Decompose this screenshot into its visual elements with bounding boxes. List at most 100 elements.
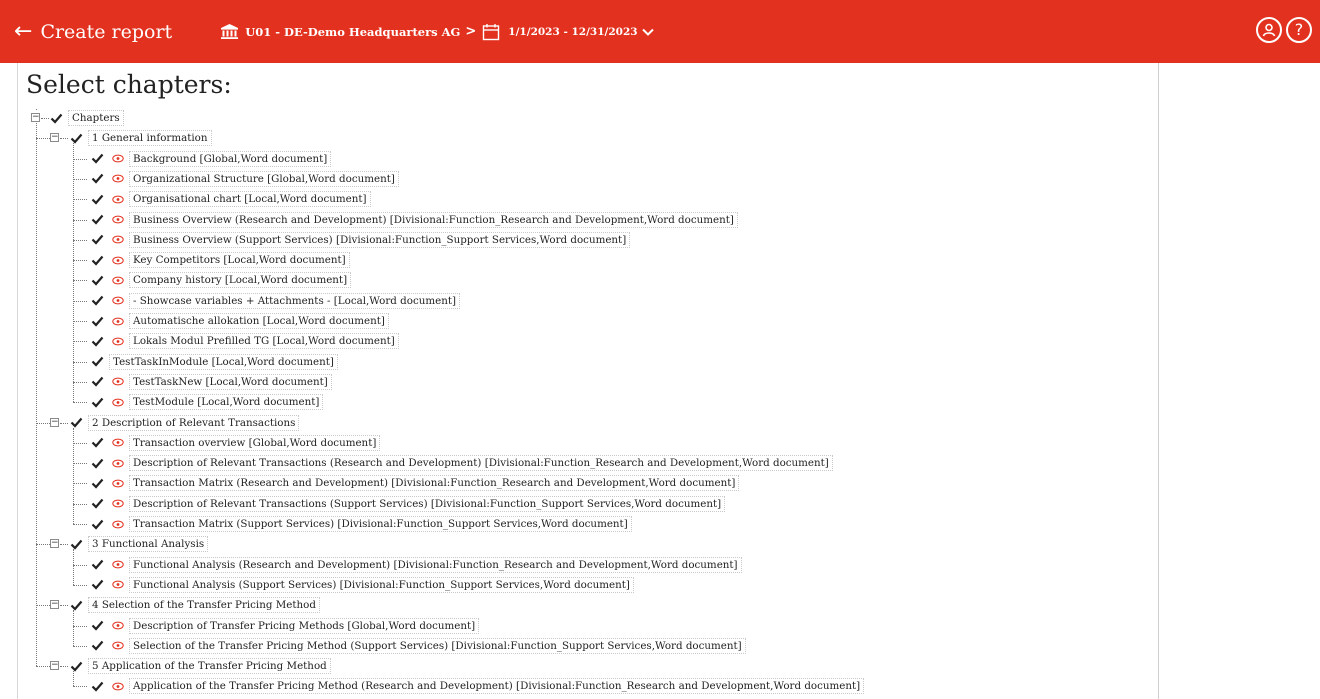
chapter-row: 1 General information (69, 128, 212, 148)
tree-item-label[interactable]: Description of Transfer Pricing Methods … (129, 617, 480, 634)
checkbox[interactable] (69, 659, 83, 673)
checkbox[interactable] (49, 111, 63, 125)
preview-eye-icon[interactable] (111, 294, 124, 307)
collapse-toggle[interactable]: − (50, 661, 59, 671)
preview-eye-icon[interactable] (111, 497, 124, 510)
checkbox[interactable] (90, 497, 104, 511)
tree-item-label[interactable]: Functional Analysis (Research and Develo… (129, 556, 742, 573)
checkbox[interactable] (90, 152, 104, 166)
tree-item-label[interactable]: Transaction overview [Global,Word docume… (129, 434, 381, 451)
tree-item-label[interactable]: Chapters (68, 110, 124, 126)
checkbox[interactable] (90, 294, 104, 308)
tree-item-label[interactable]: Transaction Matrix (Support Services) [D… (129, 516, 632, 532)
checkbox[interactable] (90, 334, 104, 348)
tree-item-label[interactable]: Transaction Matrix (Research and Develop… (129, 475, 740, 492)
preview-eye-icon[interactable] (111, 396, 124, 409)
checkbox[interactable] (90, 213, 104, 227)
checkbox[interactable] (90, 619, 104, 633)
checkbox[interactable] (90, 517, 104, 531)
checkbox[interactable] (90, 375, 104, 389)
help-button[interactable]: ? (1286, 17, 1312, 43)
tree-item-label[interactable]: - Showcase variables + Attachments - [Lo… (129, 292, 460, 309)
tree-item-label[interactable]: Description of Relevant Transactions (Su… (129, 495, 726, 512)
preview-eye-icon[interactable] (111, 315, 124, 328)
list-item: Key Competitors [Local,Word document] (90, 250, 350, 270)
tree-item-label[interactable]: Description of Relevant Transactions (Re… (129, 455, 833, 472)
tree-connector (73, 442, 87, 444)
tree-item-label[interactable]: 2 Description of Relevant Transactions (88, 414, 300, 431)
user-profile-button[interactable] (1256, 17, 1282, 43)
checkmark-icon (91, 519, 103, 530)
checkbox[interactable] (90, 456, 104, 470)
list-item: Description of Transfer Pricing Methods … (90, 616, 480, 636)
tree-item-label[interactable]: Organisational chart [Local,Word documen… (129, 191, 371, 208)
preview-eye-icon[interactable] (111, 335, 124, 348)
preview-eye-icon[interactable] (111, 152, 124, 165)
collapse-toggle[interactable]: − (50, 133, 59, 143)
collapse-toggle[interactable]: − (31, 113, 40, 122)
preview-eye-icon[interactable] (111, 619, 124, 632)
checkbox[interactable] (90, 558, 104, 572)
collapse-toggle[interactable]: − (50, 600, 59, 610)
checkbox[interactable] (90, 273, 104, 287)
preview-eye-icon[interactable] (111, 436, 124, 449)
preview-eye-icon[interactable] (111, 578, 124, 591)
tree-item-label[interactable]: Company history [Local,Word document] (129, 272, 352, 289)
entity-selector[interactable]: U01 - DE-Demo Headquarters AG > 1/1/2023… (220, 23, 654, 41)
collapse-toggle[interactable]: − (50, 417, 59, 427)
tree-root: Chapters (49, 108, 124, 128)
checkbox[interactable] (90, 395, 104, 409)
checkbox[interactable] (90, 639, 104, 653)
preview-eye-icon[interactable] (111, 213, 124, 226)
checkbox[interactable] (90, 355, 104, 369)
tree-item-label[interactable]: Automatische allokation [Local,Word docu… (129, 313, 389, 329)
tree-item-label[interactable]: 4 Selection of the Transfer Pricing Meth… (88, 597, 320, 614)
preview-eye-icon[interactable] (111, 233, 124, 246)
tree-item-label[interactable]: TestTaskNew [Local,Word document] (129, 373, 332, 390)
checkbox[interactable] (90, 172, 104, 186)
preview-eye-icon[interactable] (111, 558, 124, 571)
preview-eye-icon[interactable] (111, 375, 124, 388)
preview-eye-icon[interactable] (111, 172, 124, 185)
checkbox[interactable] (90, 233, 104, 247)
tree-item-label[interactable]: 3 Functional Analysis (88, 536, 209, 553)
checkbox[interactable] (69, 598, 83, 612)
tree-connector (36, 138, 50, 140)
tree-item-label[interactable]: TestTaskInModule [Local,Word document] (109, 353, 338, 370)
checkbox[interactable] (69, 416, 83, 430)
checkbox[interactable] (90, 679, 104, 693)
tree-item-label[interactable]: Business Overview (Research and Developm… (129, 211, 738, 228)
checkbox[interactable] (90, 253, 104, 267)
checkmark-icon (91, 214, 103, 225)
back-button[interactable]: ← Create report (14, 20, 172, 43)
preview-eye-icon[interactable] (111, 639, 124, 652)
tree-item-label[interactable]: Selection of the Transfer Pricing Method… (129, 637, 746, 654)
checkbox[interactable] (69, 537, 83, 551)
preview-eye-icon[interactable] (111, 274, 124, 287)
preview-eye-icon[interactable] (111, 680, 124, 693)
checkbox[interactable] (90, 578, 104, 592)
tree-item-label[interactable]: Application of the Transfer Pricing Meth… (129, 678, 865, 695)
collapse-toggle[interactable]: − (50, 539, 59, 549)
tree-item-label[interactable]: Functional Analysis (Support Services) [… (129, 576, 634, 593)
tree-item-label[interactable]: Organizational Structure [Global,Word do… (129, 170, 399, 187)
tree-item-label[interactable]: TestModule [Local,Word document] (129, 394, 324, 411)
checkbox[interactable] (69, 131, 83, 145)
tree-item-label[interactable]: Lokals Modul Prefilled TG [Local,Word do… (129, 333, 399, 350)
tree-item-label[interactable]: Background [Global,Word document] (129, 150, 332, 167)
checkbox[interactable] (90, 192, 104, 206)
tree-item-label[interactable]: Key Competitors [Local,Word document] (129, 252, 350, 269)
preview-eye-icon[interactable] (111, 457, 124, 470)
checkbox[interactable] (90, 436, 104, 450)
tree-item-label[interactable]: Business Overview (Support Services) [Di… (129, 231, 631, 248)
checkbox[interactable] (90, 314, 104, 328)
preview-eye-icon[interactable] (111, 254, 124, 267)
eye-icon (111, 479, 124, 488)
tree-item-label[interactable]: 5 Application of the Transfer Pricing Me… (88, 658, 331, 675)
chapter-row: 4 Selection of the Transfer Pricing Meth… (69, 595, 320, 615)
preview-eye-icon[interactable] (111, 477, 124, 490)
tree-item-label[interactable]: 1 General information (88, 130, 212, 147)
checkbox[interactable] (90, 476, 104, 490)
preview-eye-icon[interactable] (111, 518, 124, 531)
preview-eye-icon[interactable] (111, 193, 124, 206)
